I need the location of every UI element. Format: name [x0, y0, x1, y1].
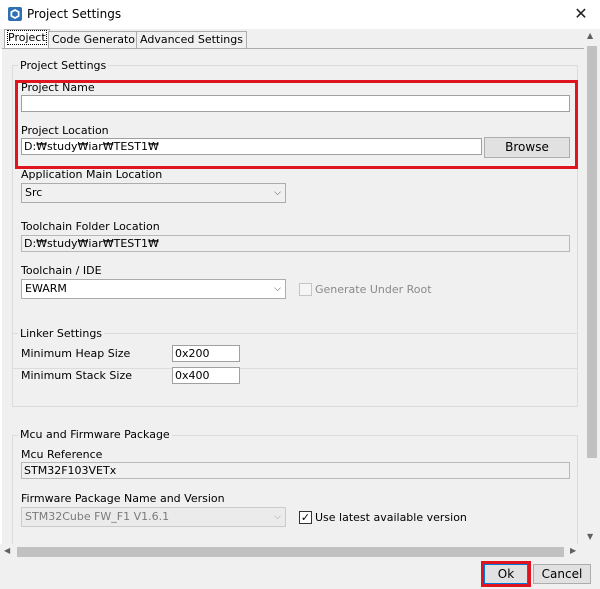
chevron-down-icon: ⌵	[274, 284, 281, 294]
mcu-firmware-group-label: Mcu and Firmware Package	[18, 428, 172, 441]
tab-project[interactable]: Project	[4, 29, 50, 49]
checkmark-icon: ✓	[300, 511, 311, 524]
mcu-reference-label: Mcu Reference	[21, 448, 103, 461]
app-main-location-label: Application Main Location	[21, 168, 163, 181]
highlight-frame-project	[15, 80, 578, 169]
tab-advanced-settings[interactable]: Advanced Settings	[136, 31, 247, 49]
scroll-down-arrow-icon[interactable]: ▼	[587, 532, 593, 541]
toolchain-ide-select[interactable]: EWARM ⌵	[21, 279, 286, 299]
title-bar: Project Settings ✕	[0, 0, 600, 29]
use-latest-label: Use latest available version	[315, 511, 467, 524]
tab-strip: Project Code Generator Advanced Settings	[0, 29, 600, 49]
toolchain-folder-input[interactable]: D:₩study₩iar₩TEST1₩	[21, 235, 570, 252]
toolchain-ide-value: EWARM	[25, 282, 67, 295]
cube-icon	[8, 7, 22, 21]
app-main-location-value: Src	[25, 186, 43, 199]
mcu-reference-input[interactable]: STM32F103VETx	[21, 462, 570, 479]
min-stack-input[interactable]: 0x400	[172, 367, 240, 384]
chevron-down-icon: ⌵	[274, 512, 281, 522]
min-stack-label: Minimum Stack Size	[21, 369, 133, 382]
firmware-package-label: Firmware Package Name and Version	[21, 492, 225, 505]
scroll-up-arrow-icon[interactable]: ▲	[587, 31, 593, 40]
app-main-location-select[interactable]: Src ⌵	[21, 183, 286, 203]
use-latest-checkbox[interactable]: ✓	[299, 511, 312, 524]
window-title: Project Settings	[27, 7, 122, 21]
vertical-scroll-thumb[interactable]	[587, 46, 597, 458]
toolchain-ide-label: Toolchain / IDE	[21, 264, 102, 277]
chevron-down-icon: ⌵	[274, 188, 281, 198]
highlight-frame-ok	[481, 561, 531, 587]
firmware-package-select[interactable]: STM32Cube FW_F1 V1.6.1 ⌵	[21, 507, 286, 527]
horizontal-scroll-thumb[interactable]	[17, 547, 564, 557]
min-heap-label: Minimum Heap Size	[21, 347, 131, 360]
min-heap-input[interactable]: 0x200	[172, 345, 240, 362]
toolchain-folder-label: Toolchain Folder Location	[21, 220, 160, 233]
generate-under-root-label: Generate Under Root	[315, 283, 432, 296]
firmware-package-value: STM32Cube FW_F1 V1.6.1	[25, 510, 170, 523]
generate-under-root-checkbox[interactable]	[299, 283, 312, 296]
scroll-left-arrow-icon[interactable]: ◀	[4, 546, 10, 555]
linker-settings-group-label: Linker Settings	[18, 327, 105, 340]
tab-content-project: Project Settings Project Name Project Lo…	[2, 48, 584, 544]
cancel-button[interactable]: Cancel	[533, 564, 591, 584]
project-settings-group-label: Project Settings	[18, 59, 109, 72]
tab-code-generator[interactable]: Code Generator	[48, 31, 144, 49]
close-button[interactable]: ✕	[567, 2, 595, 26]
scroll-right-arrow-icon[interactable]: ▶	[570, 546, 576, 555]
